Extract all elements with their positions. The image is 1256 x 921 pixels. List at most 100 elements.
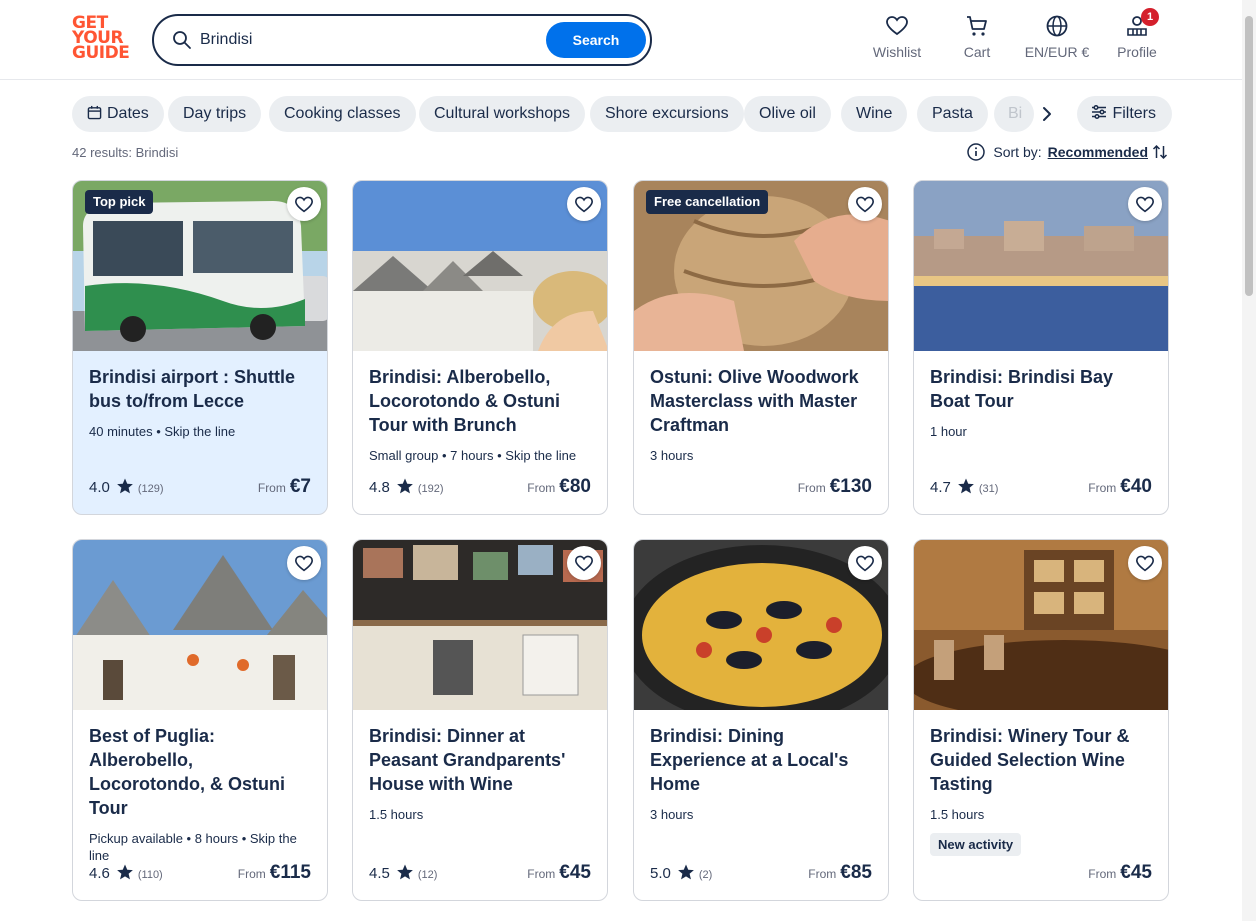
activity-image <box>353 181 607 351</box>
activity-title[interactable]: Brindisi: Brindisi Bay Boat Tour <box>930 365 1152 413</box>
chip-olive-oil[interactable]: Olive oil <box>744 96 831 132</box>
sort-label: Sort by: <box>993 144 1042 160</box>
wishlist-button[interactable] <box>567 546 601 580</box>
activity-meta: 3 hours <box>650 807 694 822</box>
search-input[interactable] <box>200 26 530 54</box>
heart-icon <box>886 16 908 36</box>
price-from-label: From <box>797 481 826 495</box>
wishlist-button[interactable] <box>1128 546 1162 580</box>
star-icon <box>677 864 694 880</box>
rating-value: 4.5 <box>369 865 390 882</box>
rating-value: 4.0 <box>89 479 110 496</box>
price-value: €7 <box>289 476 311 497</box>
rating-value: 4.8 <box>369 479 390 496</box>
search-icon <box>173 31 191 49</box>
chip-shore-excursions[interactable]: Shore excursions <box>590 96 744 132</box>
price-from-label: From <box>527 481 556 495</box>
chip-dates[interactable]: Dates <box>72 96 164 132</box>
activity-title[interactable]: Brindisi: Winery Tour & Guided Selection… <box>930 724 1152 796</box>
calendar-icon <box>87 105 102 120</box>
rating-value: 4.7 <box>930 479 951 496</box>
profile-notification-badge: 1 <box>1141 8 1159 26</box>
star-icon <box>396 478 413 494</box>
activity-meta: Pickup available • 8 hours • Skip the li… <box>89 831 297 863</box>
chip-wine[interactable]: Wine <box>841 96 908 132</box>
chevron-right-icon <box>1043 107 1051 121</box>
heart-icon <box>1135 196 1155 213</box>
new-activity-badge: New activity <box>930 833 1022 856</box>
activity-title[interactable]: Brindisi: Dining Experience at a Local's… <box>650 724 872 796</box>
chips-scroll-right[interactable] <box>1034 96 1060 132</box>
wishlist-button[interactable] <box>848 546 882 580</box>
activity-card[interactable]: Brindisi: Winery Tour & Guided Selection… <box>913 539 1169 901</box>
profile-nav[interactable]: 1 Profile <box>1116 8 1159 64</box>
activity-rating: 4.8 (192) <box>369 477 444 496</box>
activity-meta: 1.5 hours <box>930 807 985 822</box>
activity-price: From €45 <box>527 862 591 884</box>
getyourguide-logo[interactable]: GET YOUR GUIDE <box>72 15 132 64</box>
wishlist-button[interactable] <box>1128 187 1162 221</box>
wishlist-button[interactable] <box>848 187 882 221</box>
price-value: €130 <box>829 476 872 497</box>
activity-rating: 4.5 (12) <box>369 863 437 882</box>
chip-day-trips[interactable]: Day trips <box>168 96 262 132</box>
scrollbar-thumb[interactable] <box>1245 16 1253 296</box>
heart-icon <box>294 196 314 213</box>
sort-control[interactable]: Sort by: Recommended <box>967 143 1168 163</box>
wishlist-button[interactable] <box>567 187 601 221</box>
chip-cooking-classes[interactable]: Cooking classes <box>269 96 416 132</box>
activity-card[interactable]: Free cancellation Ostuni: Olive Woodwork… <box>633 180 889 515</box>
activity-card[interactable]: Best of Puglia: Alberobello, Locorotondo… <box>72 539 328 901</box>
activity-title[interactable]: Best of Puglia: Alberobello, Locorotondo… <box>89 724 311 820</box>
heart-icon <box>1135 555 1155 572</box>
wishlist-button[interactable] <box>287 187 321 221</box>
activity-card[interactable]: Top pick Brindisi airport : Shuttle bus … <box>72 180 328 515</box>
search-button[interactable]: Search <box>546 22 646 58</box>
activity-rating: 4.7 (31) <box>930 477 998 496</box>
activity-meta: 1 hour <box>930 424 967 439</box>
heart-icon <box>294 555 314 572</box>
price-value: €40 <box>1120 476 1152 497</box>
cart-nav[interactable]: Cart <box>960 14 994 64</box>
activity-meta: 1.5 hours <box>369 807 424 822</box>
chip-pasta[interactable]: Pasta <box>917 96 988 132</box>
activity-title[interactable]: Brindisi: Dinner at Peasant Grandparents… <box>369 724 591 796</box>
activity-card[interactable]: Brindisi: Alberobello, Locorotondo & Ost… <box>352 180 608 515</box>
price-from-label: From <box>527 867 556 881</box>
activity-title[interactable]: Ostuni: Olive Woodwork Masterclass with … <box>650 365 872 437</box>
wishlist-button[interactable] <box>287 546 321 580</box>
activity-card[interactable]: Brindisi: Dinner at Peasant Grandparents… <box>352 539 608 901</box>
price-value: €80 <box>559 476 591 497</box>
filters-button[interactable]: Filters <box>1077 96 1172 132</box>
activity-title[interactable]: Brindisi airport : Shuttle bus to/from L… <box>89 365 311 413</box>
price-from-label: From <box>257 481 286 495</box>
chip-truncated[interactable]: Bi <box>994 96 1034 132</box>
activity-title[interactable]: Brindisi: Alberobello, Locorotondo & Ost… <box>369 365 591 437</box>
activity-card[interactable]: Brindisi: Dining Experience at a Local's… <box>633 539 889 901</box>
wishlist-nav[interactable]: Wishlist <box>872 14 922 64</box>
price-from-label: From <box>1088 481 1117 495</box>
activity-price: From €40 <box>1088 476 1152 498</box>
review-count: (192) <box>417 483 444 495</box>
activity-card[interactable]: Brindisi: Brindisi Bay Boat Tour 1 hour … <box>913 180 1169 515</box>
chip-cultural-workshops[interactable]: Cultural workshops <box>419 96 586 132</box>
activity-price: From €7 <box>258 476 311 498</box>
activity-image <box>73 540 327 710</box>
language-currency-label: EN/EUR € <box>1024 44 1090 60</box>
star-icon <box>116 478 133 494</box>
language-currency-nav[interactable]: EN/EUR € <box>1024 14 1090 64</box>
info-icon[interactable] <box>967 143 986 161</box>
sort-arrows-icon[interactable] <box>1152 144 1168 160</box>
review-count: (12) <box>417 869 438 881</box>
page-scrollbar[interactable] <box>1242 0 1256 921</box>
activity-price: From €115 <box>238 862 311 884</box>
activity-meta: 40 minutes • Skip the line <box>89 424 236 439</box>
heart-icon <box>574 196 594 213</box>
results-count: 42 results: Brindisi <box>72 145 179 160</box>
sort-value[interactable]: Recommended <box>1048 144 1148 160</box>
activity-price: From €45 <box>1088 862 1152 884</box>
activity-image <box>353 540 607 710</box>
review-count: (2) <box>698 869 713 881</box>
rating-value: 5.0 <box>650 865 671 882</box>
activity-image <box>634 540 888 710</box>
